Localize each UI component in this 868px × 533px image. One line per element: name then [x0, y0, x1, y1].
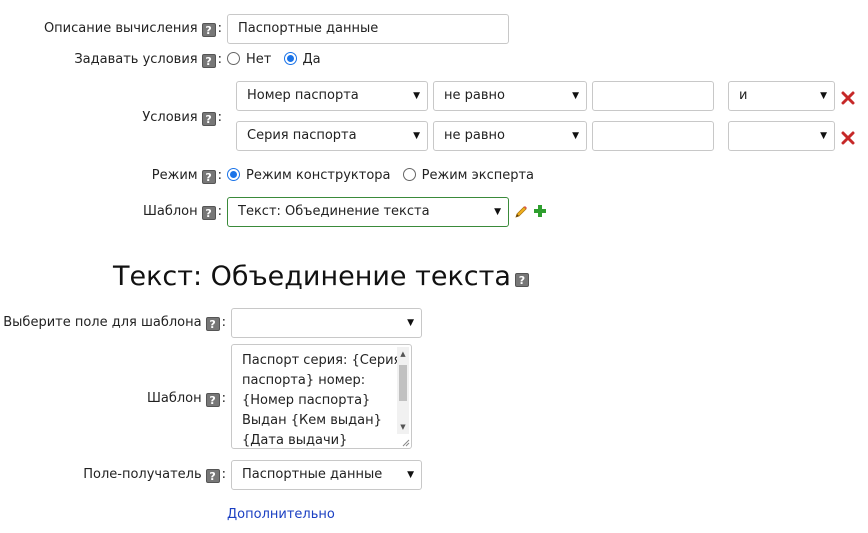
description-label: Описание вычисления	[43, 21, 198, 36]
condition-2-operator-select[interactable]: не равно ▼	[433, 121, 587, 151]
template-label: Шаблон	[142, 204, 198, 219]
question-icon[interactable]: ?	[201, 54, 216, 68]
scroll-down-icon[interactable]: ▼	[397, 422, 409, 432]
conditions-label: Условия	[142, 110, 198, 125]
description-input[interactable]: Паспортные данные	[227, 14, 509, 44]
template-line: {Номер паспорта}	[242, 393, 371, 408]
set-conditions-radio-group: Нет Да	[227, 51, 329, 69]
condition-1-value-input[interactable]	[592, 81, 714, 111]
radio-yes[interactable]	[283, 52, 297, 65]
radio-expert[interactable]	[402, 168, 416, 181]
colon: :	[221, 467, 226, 482]
condition-1-operator-value: не равно	[444, 88, 505, 103]
chevron-down-icon: ▼	[820, 131, 827, 141]
conditions-label-row: Условия?:	[142, 109, 222, 127]
radio-constructor-label: Режим конструктора	[246, 168, 391, 183]
colon: :	[221, 315, 226, 330]
pencil-icon[interactable]	[513, 204, 529, 220]
template-textarea[interactable]: Паспорт серия: {Серия паспорта} номер: {…	[231, 344, 412, 449]
condition-2-value-input[interactable]	[592, 121, 714, 151]
scrollbar-thumb[interactable]	[399, 365, 407, 401]
scroll-up-icon[interactable]: ▲	[397, 349, 409, 359]
description-input-value: Паспортные данные	[238, 21, 379, 36]
condition-1-field-select[interactable]: Номер паспорта ▼	[236, 81, 428, 111]
template-line: {Дата выдачи}	[242, 433, 348, 448]
chevron-down-icon: ▼	[413, 131, 420, 141]
question-icon[interactable]: ?	[201, 170, 216, 184]
template-line: паспорта} номер:	[242, 373, 366, 388]
target-field-select[interactable]: Паспортные данные ▼	[231, 460, 422, 490]
description-label-row: Описание вычисления?:	[44, 20, 222, 38]
question-icon[interactable]: ?	[205, 317, 220, 331]
condition-1-join-select[interactable]: и ▼	[728, 81, 835, 111]
colon: :	[217, 52, 222, 67]
condition-2-field-value: Серия паспорта	[247, 128, 357, 143]
template-line: Паспорт серия: {Серия	[242, 353, 402, 368]
question-icon[interactable]: ?	[205, 469, 220, 483]
field-select-label: Выберите поле для шаблона	[3, 315, 202, 330]
mode-label-row: Режим?:	[152, 167, 222, 185]
condition-2-join-select[interactable]: ▼	[728, 121, 835, 151]
mode-label: Режим	[151, 168, 198, 183]
colon: :	[221, 391, 226, 406]
template-select[interactable]: Текст: Объединение текста ▼	[227, 197, 509, 227]
mode-radio-group: Режим конструктора Режим эксперта	[227, 167, 542, 185]
condition-2-field-select[interactable]: Серия паспорта ▼	[236, 121, 428, 151]
resize-handle-icon[interactable]	[400, 437, 410, 447]
textarea-scrollbar[interactable]: ▲ ▼	[397, 347, 409, 434]
colon: :	[217, 21, 222, 36]
question-icon[interactable]: ?	[205, 393, 220, 407]
chevron-down-icon: ▼	[407, 470, 414, 480]
chevron-down-icon: ▼	[572, 91, 579, 101]
section-title-text: Текст: Объединение текста	[113, 261, 511, 292]
x-icon[interactable]	[841, 131, 855, 145]
set-conditions-label-row: Задавать условия?:	[74, 51, 222, 69]
radio-expert-label: Режим эксперта	[421, 168, 535, 183]
target-field-value: Паспортные данные	[242, 467, 383, 482]
target-field-label-row: Поле-получатель?:	[83, 466, 226, 484]
condition-1-join-value: и	[739, 88, 748, 103]
question-icon[interactable]: ?	[201, 206, 216, 220]
template-line: Выдан {Кем выдан}	[242, 413, 382, 428]
chevron-down-icon: ▼	[572, 131, 579, 141]
radio-constructor[interactable]	[227, 168, 240, 181]
radio-no[interactable]	[227, 52, 240, 65]
condition-2-operator-value: не равно	[444, 128, 505, 143]
condition-1-operator-select[interactable]: не равно ▼	[433, 81, 587, 111]
target-field-label: Поле-получатель	[83, 467, 202, 482]
radio-yes-label: Да	[302, 52, 321, 67]
more-link[interactable]: Дополнительно	[227, 507, 335, 522]
colon: :	[217, 168, 222, 183]
radio-option-constructor[interactable]: Режим конструктора	[227, 168, 391, 183]
field-select[interactable]: ▼	[231, 308, 422, 338]
chevron-down-icon: ▼	[413, 91, 420, 101]
chevron-down-icon: ▼	[407, 318, 414, 328]
template-select-value: Текст: Объединение текста	[238, 204, 430, 219]
chevron-down-icon: ▼	[820, 91, 827, 101]
template-textarea-content: Паспорт серия: {Серия паспорта} номер: {…	[242, 351, 402, 448]
section-title: Текст: Объединение текста?	[113, 260, 529, 294]
question-icon[interactable]: ?	[201, 23, 216, 37]
radio-no-label: Нет	[246, 52, 272, 67]
condition-1-field-value: Номер паспорта	[247, 88, 359, 103]
radio-option-yes[interactable]: Да	[283, 52, 321, 67]
field-select-label-row: Выберите поле для шаблона?:	[3, 314, 226, 332]
set-conditions-label: Задавать условия	[74, 52, 198, 67]
question-icon[interactable]: ?	[201, 112, 216, 126]
radio-option-no[interactable]: Нет	[227, 52, 271, 67]
colon: :	[217, 204, 222, 219]
template-text-label-row: Шаблон?:	[147, 390, 226, 408]
plus-icon[interactable]	[532, 203, 548, 219]
colon: :	[217, 110, 222, 125]
radio-option-expert[interactable]: Режим эксперта	[402, 168, 535, 183]
x-icon[interactable]	[841, 91, 855, 105]
template-text-label: Шаблон	[146, 391, 202, 406]
question-icon[interactable]: ?	[514, 273, 529, 287]
chevron-down-icon: ▼	[494, 207, 501, 217]
template-label-row: Шаблон?:	[143, 203, 222, 221]
